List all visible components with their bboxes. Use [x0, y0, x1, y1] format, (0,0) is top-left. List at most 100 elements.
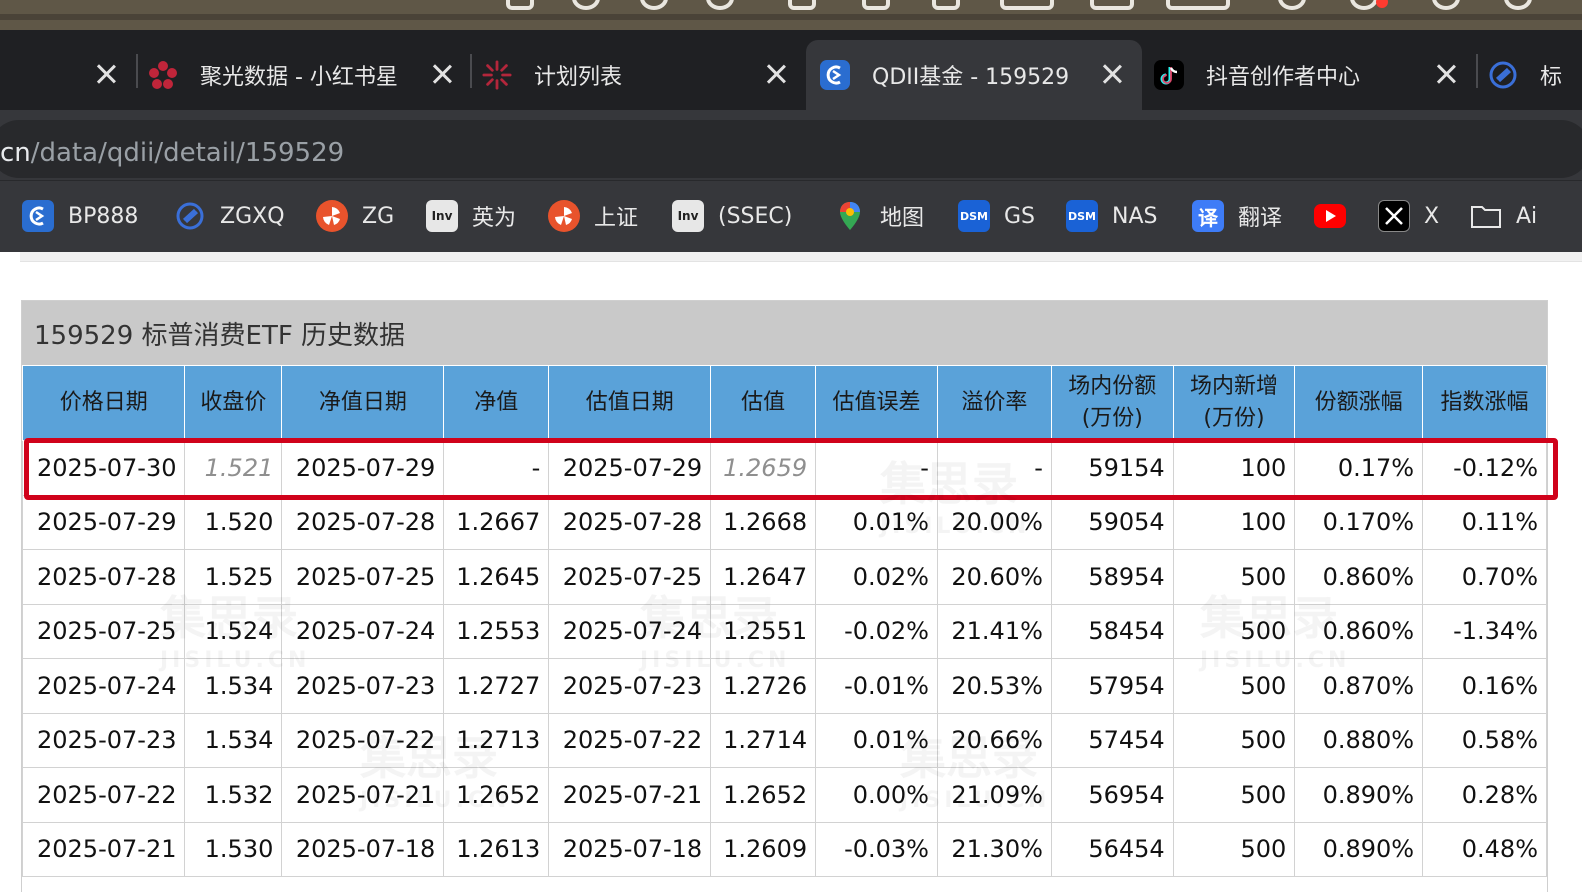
table-cell: 2025-07-28 — [21, 549, 186, 605]
bookmark-label: X — [1424, 203, 1440, 229]
send-icon[interactable] — [1504, 0, 1532, 10]
close-icon[interactable] — [430, 62, 454, 86]
tab-0[interactable] — [0, 40, 130, 110]
bookmark-ssec[interactable]: Inv (SSEC) — [672, 199, 792, 233]
headset-icon[interactable] — [706, 0, 734, 10]
tab-separator — [136, 54, 138, 88]
table-cell: 2025-07-22 — [281, 712, 445, 768]
swirl-icon — [174, 200, 206, 232]
column-header[interactable]: 估值误差 — [815, 365, 938, 441]
column-header[interactable]: 场内新增 (万份) — [1172, 365, 1296, 441]
table-cell: 1.520 — [184, 494, 283, 550]
table-cell: 1.530 — [184, 821, 283, 877]
sync-icon[interactable] — [572, 0, 600, 10]
table-cell: -0.01% — [815, 658, 938, 714]
table-cell: 1.2551 — [710, 603, 817, 659]
tab-1[interactable]: 聚光数据 - 小红书星 — [148, 40, 468, 110]
column-header[interactable]: 场内份额 (万份) — [1050, 365, 1174, 441]
battery-icon[interactable] — [1000, 0, 1054, 10]
table-row: 2025-07-29 1.520 2025-07-28 1.2667 2025-07-2… — [21, 494, 1547, 550]
history-panel: 159529 标普消费ETF 历史数据 价格日期 收盘价 净值日期 净值 估值日期 估值估… — [21, 300, 1548, 892]
column-header[interactable]: 净值 — [443, 365, 550, 441]
address-bar[interactable]: cn/data/qdii/detail/159529 — [0, 120, 1582, 178]
feather-icon[interactable] — [640, 0, 668, 10]
word-icon[interactable] — [506, 0, 534, 10]
table-cell: 20.60% — [936, 549, 1052, 605]
column-header[interactable]: 收盘价 — [184, 365, 283, 441]
table-cell: -0.03% — [815, 821, 938, 877]
investing-icon: Inv — [672, 200, 704, 232]
clock-icon[interactable] — [1432, 0, 1460, 10]
bookmark-map[interactable]: 地图 — [834, 199, 924, 233]
folder-icon — [1470, 200, 1502, 232]
moon-icon[interactable] — [1278, 0, 1306, 10]
bookmark-youtube[interactable] — [1314, 199, 1360, 233]
jisilu-icon — [820, 60, 850, 90]
column-header[interactable]: 份额涨幅 — [1294, 365, 1424, 441]
column-header[interactable]: 净值日期 — [281, 365, 445, 441]
tab-4[interactable]: 抖音创作者中心 — [1154, 40, 1474, 110]
bookmark-shangzheng[interactable]: 上证 — [548, 199, 638, 233]
close-icon[interactable] — [94, 62, 118, 86]
bookmark-gs[interactable]: DSM GS — [958, 199, 1035, 233]
tab-2[interactable]: 计划列表 — [482, 40, 802, 110]
bookmark-zg[interactable]: ZG — [316, 199, 394, 233]
table-cell: 2025-07-23 — [281, 658, 445, 714]
dsm-icon: DSM — [958, 200, 990, 232]
bookmark-translate[interactable]: 译 翻译 — [1192, 199, 1282, 233]
jisilu-icon — [22, 200, 54, 232]
close-icon[interactable] — [1434, 62, 1458, 86]
column-header[interactable]: 价格日期 — [21, 365, 186, 441]
table-cell: 20.66% — [936, 712, 1052, 768]
table-cell: 2025-07-25 — [548, 549, 712, 605]
table-cell: 57454 — [1050, 712, 1174, 768]
shield-icon[interactable] — [788, 0, 816, 10]
table-cell: 1.2553 — [443, 603, 550, 659]
url-text[interactable]: cn/data/qdii/detail/159529 — [0, 138, 344, 168]
table-cell: 0.880% — [1294, 712, 1424, 768]
grid-icon[interactable] — [1090, 0, 1134, 10]
column-header[interactable]: 溢价率 — [936, 365, 1052, 441]
bookmark-label: BP888 — [68, 203, 139, 229]
table-cell: 58954 — [1050, 549, 1174, 605]
bookmark-yingwei[interactable]: Inv 英为 — [426, 199, 516, 233]
column-header[interactable]: 估值日期 — [548, 365, 712, 441]
bookmark-label: 上证 — [594, 206, 639, 231]
table-cell: 2025-07-21 — [548, 767, 712, 823]
bookmark-label: 翻译 — [1238, 206, 1283, 231]
table-cell: -0.02% — [815, 603, 938, 659]
table-cell: 21.30% — [936, 821, 1052, 877]
table-cell: 56454 — [1050, 821, 1174, 877]
table-cell: 0.890% — [1294, 821, 1424, 877]
bookmark-nas[interactable]: DSM NAS — [1066, 199, 1157, 233]
table-cell: 1.2726 — [710, 658, 817, 714]
close-icon[interactable] — [1100, 62, 1124, 86]
bookmark-label: 地图 — [880, 206, 925, 231]
column-header[interactable]: 估值 — [710, 365, 817, 441]
record-icon[interactable] — [1350, 0, 1378, 10]
table-cell: 59054 — [1050, 494, 1174, 550]
red-sparkle-icon — [482, 60, 512, 90]
bookmark-ai-folder[interactable]: Ai — [1470, 199, 1537, 233]
tab-separator — [1476, 54, 1478, 88]
bookmark-label: NAS — [1112, 203, 1158, 229]
media-icon[interactable] — [1166, 0, 1230, 10]
bookmark-label: (SSEC) — [718, 203, 793, 229]
table-cell: 20.53% — [936, 658, 1052, 714]
tab-5[interactable]: 标 — [1488, 40, 1582, 110]
column-header[interactable]: 指数涨幅 — [1422, 365, 1547, 441]
table-cell: 1.534 — [184, 712, 283, 768]
drop-icon[interactable] — [862, 0, 890, 10]
tab-3-active[interactable]: QDII基金 - 159529 — [806, 40, 1142, 110]
investing-icon: Inv — [426, 200, 458, 232]
bookmark-bp888[interactable]: BP888 — [22, 199, 138, 233]
table-cell: 2025-07-28 — [281, 494, 445, 550]
table-cell: 56954 — [1050, 767, 1174, 823]
screen-icon[interactable] — [932, 0, 960, 10]
close-icon[interactable] — [764, 62, 788, 86]
table-row: 2025-07-22 1.532 2025-07-21 1.2652 2025-07-2… — [21, 767, 1547, 823]
bookmark-zgxq[interactable]: ZGXQ — [174, 199, 285, 233]
bookmark-x[interactable]: X — [1378, 199, 1439, 233]
table-cell: 1.2652 — [443, 767, 550, 823]
table-cell: 1.2668 — [710, 494, 817, 550]
